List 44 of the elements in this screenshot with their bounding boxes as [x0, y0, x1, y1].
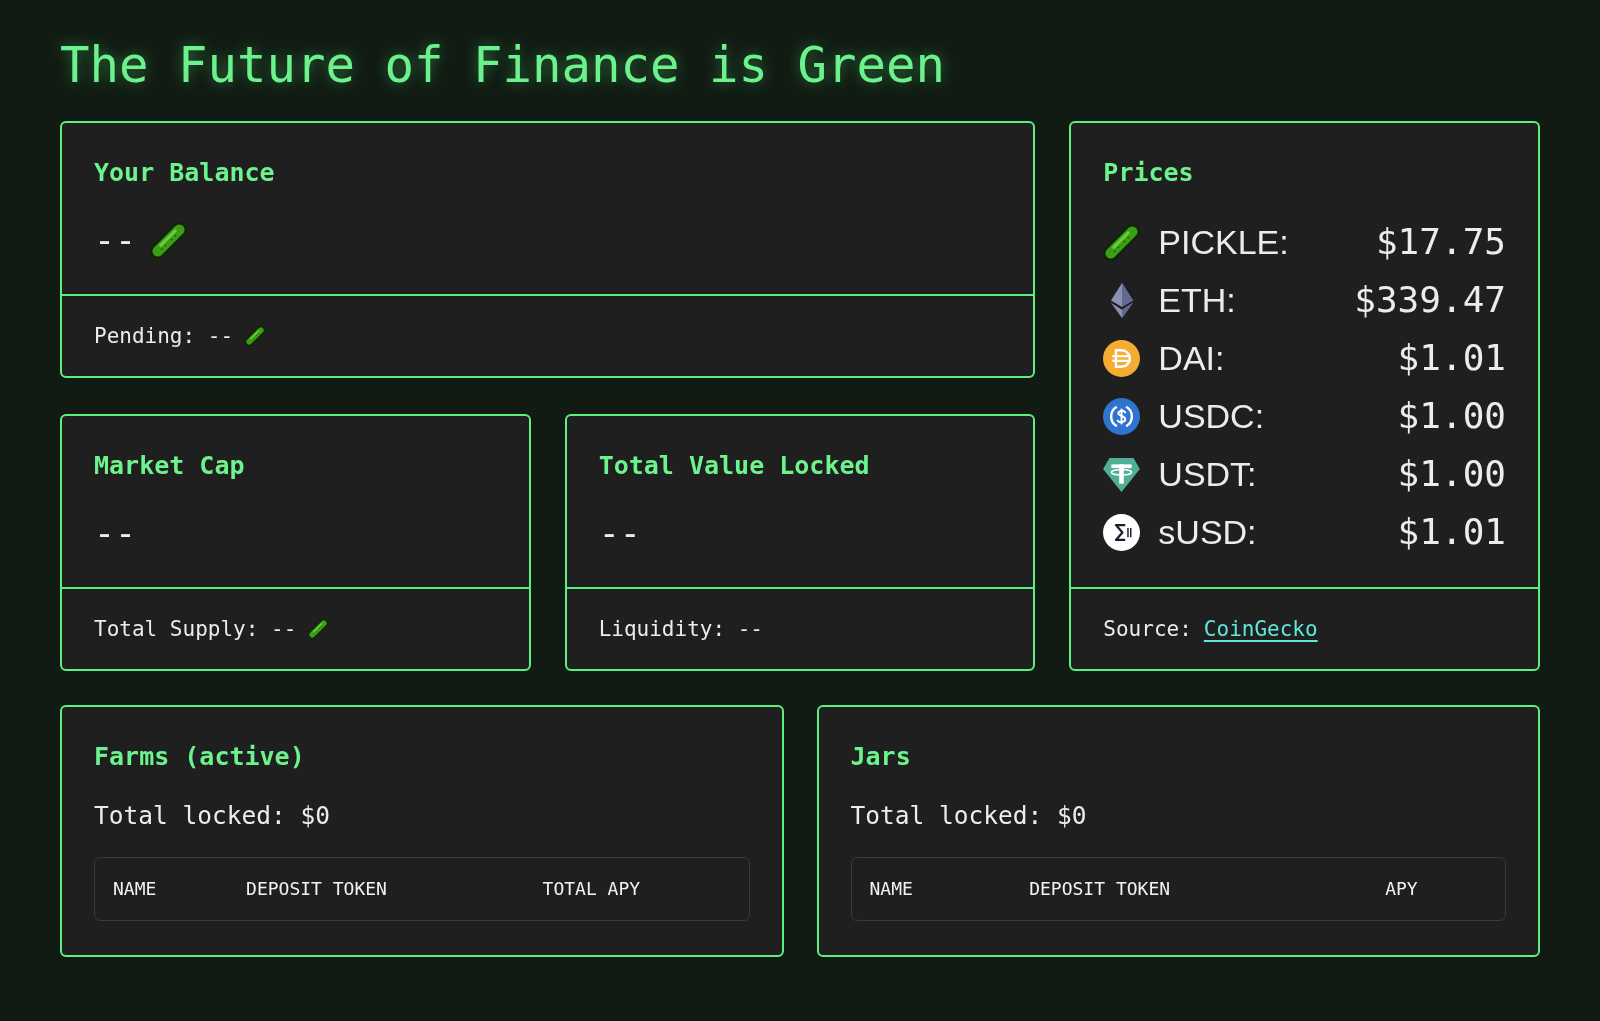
token-price: $17.75	[1375, 220, 1506, 264]
column-header: NAME	[868, 877, 914, 901]
token-name: DAI:	[1158, 338, 1225, 378]
t-gem-icon	[1103, 456, 1141, 492]
column-header: DEPOSIT TOKEN	[245, 877, 388, 901]
stat-value: --	[598, 512, 641, 555]
card-heading: Prices	[1103, 157, 1195, 189]
page-title: The Future of Finance is Green	[60, 36, 946, 96]
total-locked-text: Total locked: $0	[94, 800, 331, 832]
column-header: DEPOSIT TOKEN	[1028, 877, 1172, 901]
pickle-icon	[150, 221, 188, 259]
total-locked-text: Total locked: $0	[850, 800, 1088, 832]
card-heading: Market Cap	[94, 450, 246, 482]
pickle-icon	[308, 619, 329, 639]
token-price: $1.01	[1397, 510, 1506, 554]
card-heading: Jars	[850, 741, 912, 773]
total-supply-text: Total Supply: --	[94, 616, 297, 643]
source-link[interactable]: CoinGecko	[1203, 614, 1318, 644]
zigzag-coin-icon	[1103, 513, 1141, 551]
pending-text: Pending: --	[94, 323, 234, 350]
token-price: $1.01	[1397, 336, 1506, 380]
card-heading: Farms (active)	[94, 741, 306, 773]
diamond-icon	[1110, 282, 1133, 318]
token-price: $1.00	[1397, 452, 1506, 496]
stat-value: --	[94, 219, 137, 262]
liquidity-text: Liquidity: --	[598, 616, 764, 643]
column-header: TOTAL APY	[541, 877, 642, 901]
stat-value: --	[94, 512, 137, 555]
striped-d-coin-icon	[1103, 339, 1141, 377]
column-header: APY	[1384, 877, 1419, 901]
card-heading: Total Value Locked	[598, 450, 871, 482]
token-price: $1.00	[1397, 394, 1506, 438]
pickle-icon	[1103, 223, 1141, 261]
source-label: Source:	[1103, 616, 1192, 643]
pickle-icon	[245, 326, 266, 346]
token-name: sUSD:	[1158, 512, 1257, 552]
token-price: $339.47	[1354, 278, 1506, 322]
column-header: NAME	[112, 877, 158, 901]
token-name: USDT:	[1158, 454, 1257, 494]
token-name: ETH:	[1158, 280, 1236, 320]
dollar-coin-icon	[1103, 397, 1141, 435]
token-name: USDC:	[1158, 396, 1265, 436]
card-heading: Your Balance	[94, 157, 276, 189]
token-name: PICKLE:	[1158, 222, 1289, 262]
